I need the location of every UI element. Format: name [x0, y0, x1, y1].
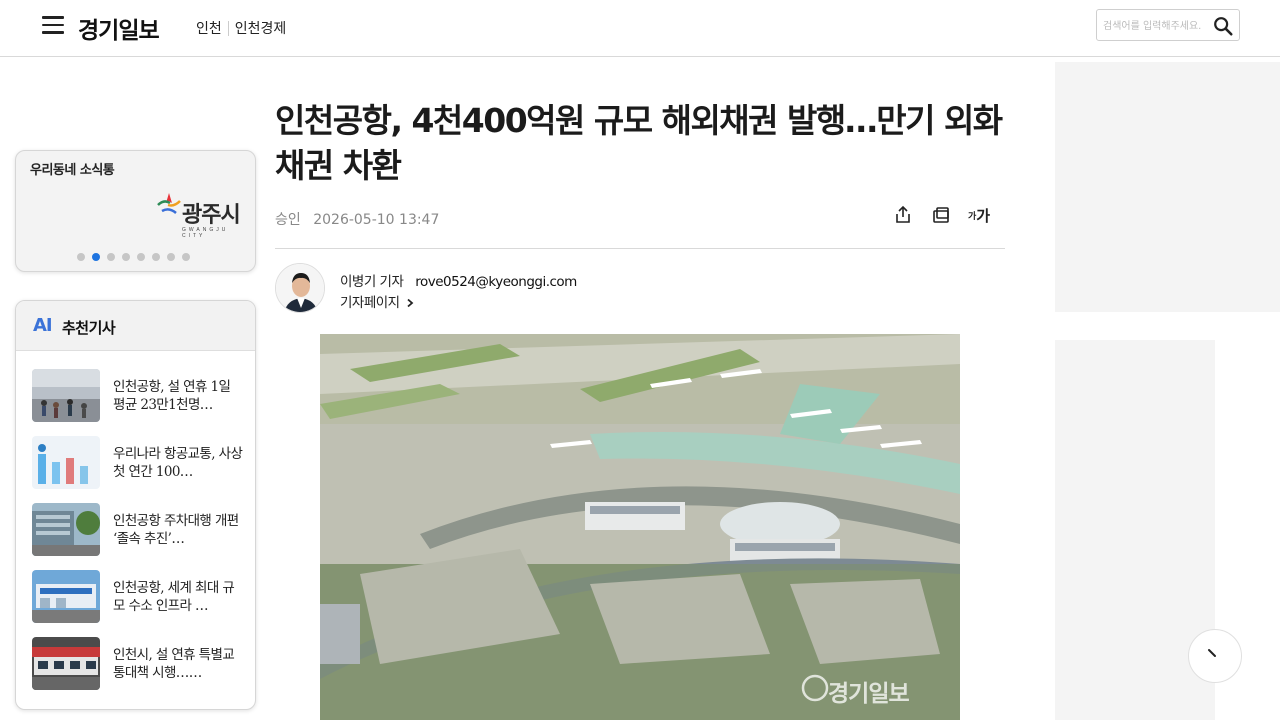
photo-watermark: 경기일보	[828, 681, 910, 707]
reporter-name: 이병기 기자	[340, 274, 404, 290]
font-small-glyph: 가	[967, 211, 977, 222]
nav-item-incheon-economy[interactable]: 인천경제	[235, 18, 287, 38]
nav-item-incheon[interactable]: 인천	[196, 18, 222, 38]
recommend-headline: 인천공항, 세계 최대 규모 수소 인프라 …	[113, 580, 235, 614]
article-photo: 경기일보	[320, 334, 960, 720]
carousel-dot[interactable]	[122, 253, 130, 261]
recommend-headline: 우리나라 항공교통, 사상 첫 연간 100…	[113, 446, 243, 480]
article-date: 2026-05-10 13:47	[313, 212, 440, 228]
recommend-header: AI 추천기사	[16, 301, 255, 351]
site-header: 경기일보 인천 인천경제	[0, 0, 1280, 57]
article-meta: 승인 2026-05-10 13:47	[275, 209, 439, 229]
font-large-glyph: 가	[976, 206, 991, 225]
print-icon	[933, 207, 949, 223]
carousel-dot[interactable]	[77, 253, 85, 261]
list-item[interactable]: 인천공항, 세계 최대 규모 수소 인프라 …	[32, 570, 242, 624]
search-input[interactable]	[1103, 17, 1207, 35]
thumbnail-image	[32, 369, 100, 422]
article-headline: 인천공항, 4천400억원 규모 해외채권 발행…만기 외화채권 차환	[275, 101, 1003, 185]
list-item[interactable]: 인천공항, 설 연휴 1일 평균 23만1천명…	[32, 369, 242, 423]
recommend-headline: 인천시, 설 연휴 특별교통대책 시행……	[113, 647, 235, 681]
carousel-dot[interactable]	[107, 253, 115, 261]
search-icon[interactable]	[1212, 15, 1234, 37]
ai-recommend-widget: AI 추천기사 인천공항, 설 연휴 1일 평균 23만1천명… 우리나라 항공…	[15, 300, 256, 710]
thumbnail-image	[32, 503, 100, 556]
gwangju-emblem-icon	[157, 193, 181, 214]
reporter-page-label: 기자페이지	[340, 295, 400, 311]
local-news-widget: 우리동네 소식통 광주시 GWANGJU CITY	[15, 150, 256, 272]
ad-banner-top[interactable]	[1055, 62, 1280, 312]
carousel-dot[interactable]	[182, 253, 190, 261]
list-item[interactable]: 인천공항 주차대행 개편 ‘졸속 추진’…	[32, 503, 242, 557]
reporter-email[interactable]: rove0524@kyeonggi.com	[415, 274, 577, 290]
chevron-right-icon	[407, 298, 414, 308]
reporter-page-link[interactable]: 기자페이지	[340, 291, 415, 311]
thumbnail-image	[32, 570, 100, 623]
list-item[interactable]: 인천시, 설 연휴 특별교통대책 시행……	[32, 637, 242, 691]
carousel-dot[interactable]	[137, 253, 145, 261]
carousel-dot-active[interactable]	[92, 253, 100, 261]
thumbnail-image	[32, 436, 100, 489]
thumbnail-image	[32, 637, 100, 690]
font-size-button[interactable]: 가가	[968, 204, 990, 226]
reporter-info: 이병기 기자 rove0524@kyeonggi.com	[340, 270, 577, 290]
scroll-top-button[interactable]	[1188, 629, 1242, 683]
recommend-title: 추천기사	[62, 319, 116, 337]
breadcrumb-nav: 인천 인천경제	[196, 18, 286, 38]
recommend-headline: 인천공항 주차대행 개편 ‘졸속 추진’…	[113, 513, 239, 547]
list-item[interactable]: 우리나라 항공교통, 사상 첫 연간 100…	[32, 436, 243, 490]
ai-icon: AI	[33, 315, 53, 336]
carousel-dot[interactable]	[152, 253, 160, 261]
chevron-up-icon	[1208, 649, 1216, 657]
banner-subtitle: GWANGJU CITY	[182, 227, 229, 239]
reporter-avatar[interactable]	[275, 263, 325, 313]
widget-title: 우리동네 소식통	[30, 163, 115, 178]
gwangju-city-banner[interactable]: 광주시 GWANGJU CITY	[156, 191, 256, 241]
menu-icon[interactable]	[42, 16, 66, 36]
article-tools: 가가	[892, 204, 990, 226]
banner-title: 광주시	[182, 203, 241, 228]
carousel-dots	[77, 253, 190, 261]
print-button[interactable]	[930, 204, 952, 226]
share-button[interactable]	[892, 204, 914, 226]
approved-label: 승인	[275, 212, 301, 228]
share-icon	[896, 205, 910, 223]
recommend-list: 인천공항, 설 연휴 1일 평균 23만1천명… 우리나라 항공교통, 사상 첫…	[32, 369, 243, 704]
article-divider	[275, 248, 1005, 249]
search-box	[1096, 9, 1240, 41]
carousel-dot[interactable]	[167, 253, 175, 261]
site-logo[interactable]: 경기일보	[78, 11, 160, 45]
recommend-headline: 인천공항, 설 연휴 1일 평균 23만1천명…	[113, 379, 231, 413]
nav-divider	[227, 20, 229, 36]
